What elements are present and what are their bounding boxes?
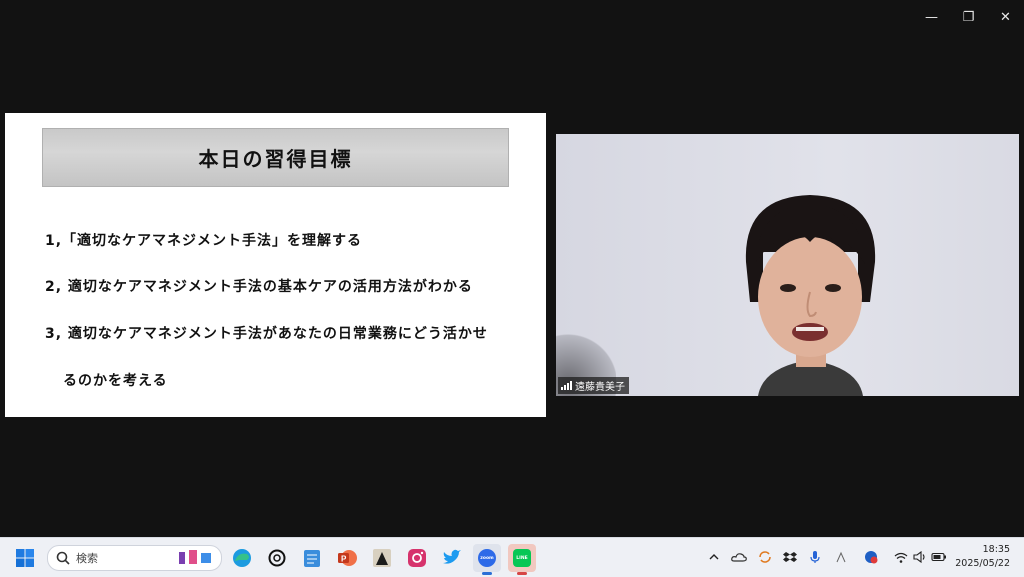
svg-text:P: P	[341, 555, 347, 564]
instagram-icon	[408, 549, 426, 567]
line-active-indicator	[517, 572, 527, 575]
microphone-icon[interactable]	[806, 548, 824, 566]
search-icon	[56, 551, 70, 565]
taskbar-search[interactable]: 検索	[47, 545, 222, 571]
twitter-icon	[443, 549, 461, 564]
zoom-active-indicator	[482, 572, 492, 575]
sync-icon[interactable]	[756, 548, 774, 566]
windows-start-icon	[16, 549, 34, 567]
twitter-app-button[interactable]	[438, 544, 466, 572]
zoom-label: zoom	[480, 555, 494, 561]
restore-button[interactable]: ❐	[950, 0, 987, 34]
ime-icon[interactable]	[832, 548, 850, 566]
line-label: LINE	[516, 555, 528, 561]
signal-icon	[561, 381, 572, 390]
shared-slide: 本日の習得目標 1,「適切なケアマネジメント手法」を理解する 2, 適切なケアマ…	[5, 113, 546, 417]
slide-title-bar: 本日の習得目標	[42, 128, 509, 187]
powerpoint-app-button[interactable]: P	[333, 544, 361, 572]
notepad-app-button[interactable]	[298, 544, 326, 572]
start-button[interactable]	[11, 544, 39, 572]
chevron-up-icon[interactable]	[705, 548, 723, 566]
notepad-icon	[304, 550, 320, 567]
zoom-app-button[interactable]: zoom	[473, 544, 501, 575]
instagram-app-button[interactable]	[403, 544, 431, 572]
participant-video[interactable]: 遠藤貴美子	[556, 134, 1019, 396]
clock-time: 18:35	[982, 544, 1010, 555]
volume-icon[interactable]	[911, 548, 929, 566]
participant-name: 遠藤貴美子	[575, 382, 625, 393]
edge-app-button[interactable]	[228, 544, 256, 572]
edge-icon	[233, 549, 251, 567]
slide-title: 本日の習得目標	[198, 147, 353, 171]
dropbox-icon[interactable]	[781, 548, 799, 566]
participant-name-tag: 遠藤貴美子	[558, 377, 629, 394]
goal-item-1: 1,「適切なケアマネジメント手法」を理解する	[45, 233, 363, 249]
window-controls: — ❐ ✕	[913, 0, 1024, 34]
chatgpt-icon	[268, 549, 286, 567]
search-highlight-icon	[179, 550, 211, 564]
battery-icon[interactable]	[930, 548, 948, 566]
wifi-icon[interactable]	[892, 548, 910, 566]
taskbar: 検索 P zoom LINE 18:35 2025/05/22	[0, 537, 1024, 577]
clock-date: 2025/05/22	[955, 558, 1010, 569]
goal-item-2: 2, 適切なケアマネジメント手法の基本ケアの活用方法がわかる	[45, 279, 473, 295]
copilot-icon[interactable]	[862, 548, 880, 566]
onedrive-icon[interactable]	[730, 548, 748, 566]
chatgpt-app-button[interactable]	[263, 544, 291, 572]
app-icon	[373, 549, 391, 567]
participant-image	[745, 195, 876, 396]
close-button[interactable]: ✕	[987, 0, 1024, 34]
system-clock[interactable]: 18:35 2025/05/22	[955, 543, 1010, 571]
search-placeholder: 検索	[76, 552, 98, 565]
line-app-button[interactable]: LINE	[508, 544, 536, 575]
powerpoint-icon: P	[338, 550, 357, 566]
minimize-button[interactable]: —	[913, 0, 950, 34]
app-button[interactable]	[368, 544, 396, 572]
goal-item-3: 3, 適切なケアマネジメント手法があなたの日常業務にどう活かせ	[45, 326, 488, 342]
goal-item-3-cont: るのかを考える	[63, 373, 168, 389]
